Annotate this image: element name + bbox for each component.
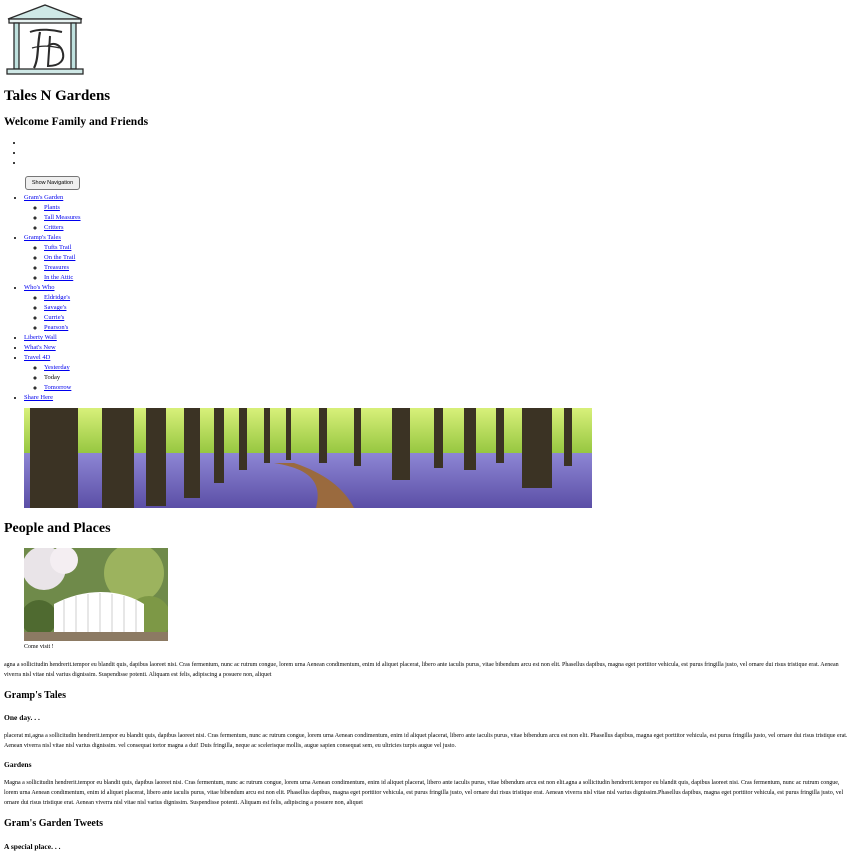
menu-link-whos-who[interactable]: Who's Who [24, 284, 54, 291]
logo-icon[interactable] [4, 2, 86, 76]
menu-link-in-the-attic[interactable]: In the Attic [44, 274, 73, 281]
one-day-heading: One day. . . [4, 713, 40, 722]
menu-link-whats-new[interactable]: What's New [24, 344, 56, 351]
show-navigation-button[interactable]: Show Navigation [25, 176, 80, 190]
site-title: Tales N Gardens [4, 88, 111, 104]
menu-item-whos-who: Who's Who Eldridge's Savage's Currie's P… [24, 283, 81, 333]
gardens-paragraph: Magna a sollicitudin hendrerit.tempor eu… [4, 780, 844, 806]
submenu: Tufts Trail On the Trail Treasures In th… [24, 243, 81, 283]
submenu-item: Eldridge's [44, 293, 81, 303]
forest-banner-image [24, 408, 592, 508]
menu-link-savages[interactable]: Savage's [44, 304, 66, 311]
empty-list [4, 138, 26, 168]
garden-tweets-heading: Gram's Garden Tweets [4, 818, 104, 829]
menu-link-treasures[interactable]: Treasures [44, 264, 69, 271]
gardens-heading: Gardens [4, 760, 32, 769]
menu-link-grams-garden[interactable]: Gram's Garden [24, 194, 63, 201]
empty-list-item [24, 138, 26, 148]
menu-link-yesterday[interactable]: Yesterday [44, 364, 70, 371]
submenu-item: Critters [44, 223, 81, 233]
submenu-item: In the Attic [44, 273, 81, 283]
submenu-item: Pearson's [44, 323, 81, 333]
submenu-item: On the Trail [44, 253, 81, 263]
submenu-item: Tomorrow [44, 383, 81, 393]
menu-item-gramps-tales: Gramp's Tales Tufts Trail On the Trail T… [24, 233, 81, 283]
gramps-tales-heading: Gramp's Tales [4, 690, 66, 701]
submenu: Yesterday Today Tomorrow [24, 363, 81, 393]
menu-link-eldridges[interactable]: Eldridge's [44, 294, 70, 301]
submenu-item: Savage's [44, 303, 81, 313]
menu-link-plants[interactable]: Plants [44, 204, 60, 211]
image-caption: Come visit ! [24, 644, 54, 650]
menu-link-share-here[interactable]: Share Here [24, 394, 53, 401]
garden-gate-image [24, 548, 168, 641]
menu-item-travel-4d: Travel 4D Yesterday Today Tomorrow [24, 353, 81, 393]
submenu-item: Today [44, 373, 81, 383]
menu-link-critters[interactable]: Critters [44, 224, 64, 231]
menu-link-liberty-wall[interactable]: Liberty Wall [24, 334, 57, 341]
menu-link-pearsons[interactable]: Pearson's [44, 324, 68, 331]
special-place-heading: A special place. . . [4, 842, 61, 851]
menu-item-whats-new: What's New [24, 343, 81, 353]
submenu: Plants Tall Measures Critters [24, 203, 81, 233]
people-paragraph: agna a sollicitudin hendrerit.tempor eu … [4, 662, 839, 678]
submenu-item: Treasures [44, 263, 81, 273]
tales-paragraph: placerat mi,agna a sollicitudin hendreri… [4, 733, 848, 749]
submenu-item: Currie's [44, 313, 81, 323]
welcome-heading: Welcome Family and Friends [4, 116, 149, 128]
submenu-item: Tall Measures [44, 213, 81, 223]
empty-list-item [24, 158, 26, 168]
menu-text-today: Today [44, 374, 61, 381]
submenu-item: Tufts Trail [44, 243, 81, 253]
menu-link-tufts-trail[interactable]: Tufts Trail [44, 244, 71, 251]
menu-link-on-the-trail[interactable]: On the Trail [44, 254, 75, 261]
people-and-places-heading: People and Places [4, 521, 111, 536]
menu-link-travel-4d[interactable]: Travel 4D [24, 354, 50, 361]
menu-link-tomorrow[interactable]: Tomorrow [44, 384, 71, 391]
menu-link-tall-measures[interactable]: Tall Measures [44, 214, 81, 221]
submenu-item: Plants [44, 203, 81, 213]
main-menu: Gram's Garden Plants Tall Measures Critt… [4, 193, 81, 403]
menu-item-liberty-wall: Liberty Wall [24, 333, 81, 343]
menu-item-share-here: Share Here [24, 393, 81, 403]
submenu: Eldridge's Savage's Currie's Pearson's [24, 293, 81, 333]
submenu-item: Yesterday [44, 363, 81, 373]
menu-link-curries[interactable]: Currie's [44, 314, 64, 321]
empty-list-item [24, 148, 26, 158]
menu-link-gramps-tales[interactable]: Gramp's Tales [24, 234, 61, 241]
menu-item-grams-garden: Gram's Garden Plants Tall Measures Critt… [24, 193, 81, 233]
